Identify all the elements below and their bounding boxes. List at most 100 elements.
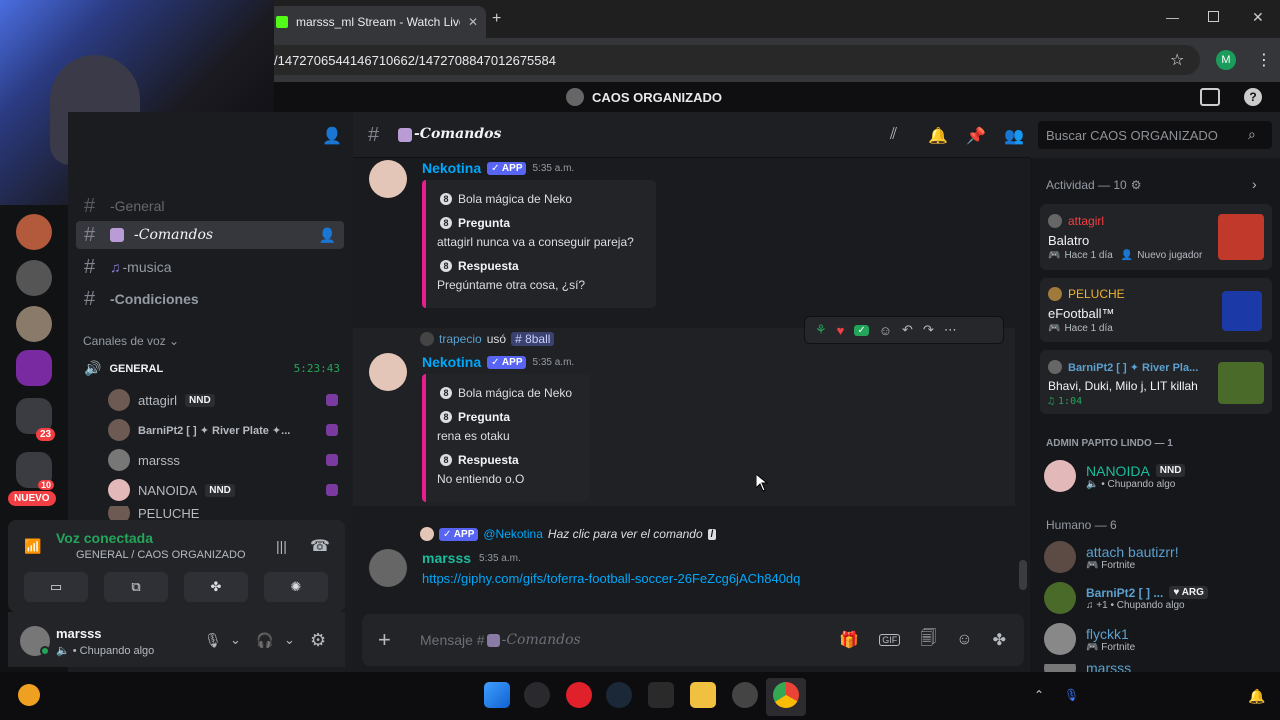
channel-comandos[interactable]: # -Comandos 👤 [76, 221, 344, 249]
bot-avatar[interactable] [369, 160, 407, 198]
chevron-down-icon[interactable]: ⌄ [230, 632, 241, 648]
member-list-icon[interactable]: 👥 [1004, 126, 1024, 146]
notification-bell-icon[interactable]: 🔔 [928, 126, 948, 146]
url-field[interactable]: /1472706544146710662/1472708847012675584 [260, 45, 1200, 75]
new-tab-icon[interactable]: + [492, 10, 501, 28]
voice-user[interactable]: attagirl NND [108, 388, 338, 412]
message-author[interactable]: Nekotina [422, 354, 481, 370]
close-window-icon[interactable]: ✕ [1252, 9, 1264, 26]
server-icon-4[interactable] [16, 350, 52, 386]
inbox-icon[interactable] [1200, 88, 1220, 106]
reaction-check-icon[interactable]: ✓ [854, 324, 869, 336]
browser-menu-icon[interactable]: ⋮ [1256, 50, 1272, 70]
command-chip[interactable]: # 8ball [511, 332, 555, 346]
gift-icon[interactable]: 🎁 [839, 630, 859, 650]
browser-tab[interactable]: marsss_ml Stream - Watch Live ✕ [268, 6, 486, 38]
channel-emoji-icon [486, 633, 500, 647]
channel-condiciones[interactable]: # -Condiciones [76, 285, 344, 313]
embed-field-label: 8 Pregunta [440, 410, 510, 424]
tab-title: marsss_ml Stream - Watch Live [296, 15, 460, 29]
chevron-down-icon[interactable]: ⌄ [284, 632, 295, 648]
member-icon[interactable]: 👤 [319, 227, 336, 244]
app-icon-red[interactable] [566, 682, 592, 708]
channel-musica[interactable]: # ♫ -musica [76, 253, 344, 281]
add-reaction-icon[interactable]: ☺ [879, 323, 892, 338]
forward-icon[interactable]: ↷ [923, 322, 934, 338]
member-item[interactable]: marsss [1044, 664, 1131, 672]
small-badge: 10 [38, 480, 55, 490]
member-item[interactable]: attach bautizrr! 🎮 Fortnite [1044, 541, 1179, 573]
voice-channel-general[interactable]: 🔊 GENERAL 5:23:43 [84, 360, 340, 377]
reaction-rose-icon[interactable]: ⚘ [815, 322, 827, 338]
gif-icon[interactable]: GIF [879, 634, 901, 646]
add-attachment-icon[interactable]: + [378, 627, 406, 653]
sticker-icon[interactable]: 🗐 [920, 627, 936, 654]
message-author[interactable]: Nekotina [422, 160, 481, 176]
mic-tray-icon[interactable]: 🎙 [1064, 688, 1079, 702]
activity-user: PELUCHE [1048, 287, 1125, 301]
member-item[interactable]: NANOIDA NND 🔈 • Chupando algo [1044, 460, 1186, 492]
notification-tray-icon[interactable]: 🔔 [1248, 688, 1265, 705]
voice-status[interactable]: Voz conectada [56, 530, 153, 546]
message-author[interactable]: marsss [422, 550, 471, 566]
member-item[interactable]: BarniPt2 [ ] ... ♥ ARG ♫ +1 • Chupando al… [1044, 582, 1208, 614]
disconnect-icon[interactable]: ☎ [310, 536, 330, 556]
server-icon-2[interactable] [16, 260, 52, 296]
add-member-icon[interactable]: 👤 [322, 126, 342, 146]
search-input[interactable]: Buscar CAOS ORGANIZADO [1038, 121, 1272, 149]
microphone-icon[interactable]: 🎙 [204, 632, 222, 649]
reply-reference[interactable]: trapecio usó # 8ball [420, 332, 555, 346]
help-icon[interactable]: ? [1244, 88, 1262, 106]
reply-reference[interactable]: ✓ APP @Nekotina Haz clic para ver el com… [420, 527, 717, 541]
maximize-icon[interactable] [1208, 11, 1219, 22]
bookmark-star-icon[interactable]: ☆ [1170, 50, 1184, 70]
windows-start-icon[interactable] [484, 682, 510, 708]
tray-expand-icon[interactable]: ⌃ [1034, 688, 1044, 702]
search-taskbar-icon[interactable] [524, 682, 550, 708]
profile-avatar[interactable]: M [1216, 50, 1236, 70]
camera-off-button[interactable]: ▭ [24, 572, 88, 602]
voice-user[interactable]: NANOIDA NND [108, 478, 338, 502]
apps-icon[interactable]: ✤ [993, 630, 1006, 650]
emoji-icon[interactable]: ☺ [956, 631, 972, 649]
voice-user-name: BarniPt2 [ ] ✦ River Plate ✦... [138, 424, 291, 437]
voice-user[interactable]: marsss [108, 448, 338, 472]
category-label: Canales de voz [83, 334, 166, 348]
pin-icon[interactable]: 📌 [966, 126, 986, 146]
voice-user[interactable]: PELUCHE [108, 506, 338, 520]
more-icon[interactable]: ⋯ [944, 322, 957, 338]
reply-avatar [420, 527, 434, 541]
activity-header[interactable]: Actividad — 10 ⚙ [1046, 178, 1141, 192]
reaction-heart-icon[interactable]: ♥ [837, 323, 845, 338]
chat-scrollbar[interactable] [1019, 560, 1027, 590]
soundboard-icon[interactable]: ||| [276, 538, 287, 554]
voice-category[interactable]: Canales de voz ⌄ [83, 334, 179, 348]
user-avatar[interactable] [369, 549, 407, 587]
chevron-right-icon[interactable]: › [1252, 176, 1257, 192]
weather-icon[interactable] [18, 684, 40, 706]
message-composer[interactable]: + Mensaje # -Comandos 🎁 GIF 🗐 ☺ ✤ [362, 614, 1024, 666]
soundboard-button[interactable]: ✺ [264, 572, 328, 602]
activities-button[interactable]: ✤ [184, 572, 248, 602]
epic-games-icon[interactable] [648, 682, 674, 708]
headphones-icon[interactable]: 🎧 [256, 632, 273, 649]
screen-share-button[interactable]: ⧉ [104, 572, 168, 602]
member-item[interactable]: flyckk1 🎮 Fortnite [1044, 623, 1135, 655]
minimize-icon[interactable]: — [1166, 10, 1179, 25]
discord-app-icon[interactable] [732, 682, 758, 708]
server-icon-3[interactable] [16, 306, 52, 342]
server-icon-1[interactable] [16, 214, 52, 250]
chrome-icon[interactable] [773, 682, 799, 708]
bot-avatar[interactable] [369, 353, 407, 391]
threads-icon[interactable]: ⫽ [890, 126, 897, 144]
steam-icon[interactable] [606, 682, 632, 708]
channel-general[interactable]: # -General [76, 192, 344, 220]
reply-icon[interactable]: ↶ [902, 322, 913, 338]
voice-user[interactable]: BarniPt2 [ ] ✦ River Plate ✦... [108, 418, 338, 442]
message-link[interactable]: https://giphy.com/gifs/toferra-football-… [422, 571, 800, 586]
user-name[interactable]: marsss [56, 626, 102, 641]
settings-gear-icon[interactable]: ⚙ [310, 630, 326, 651]
avatar [108, 479, 130, 501]
tab-close-icon[interactable]: ✕ [468, 15, 478, 29]
file-explorer-icon[interactable] [690, 682, 716, 708]
